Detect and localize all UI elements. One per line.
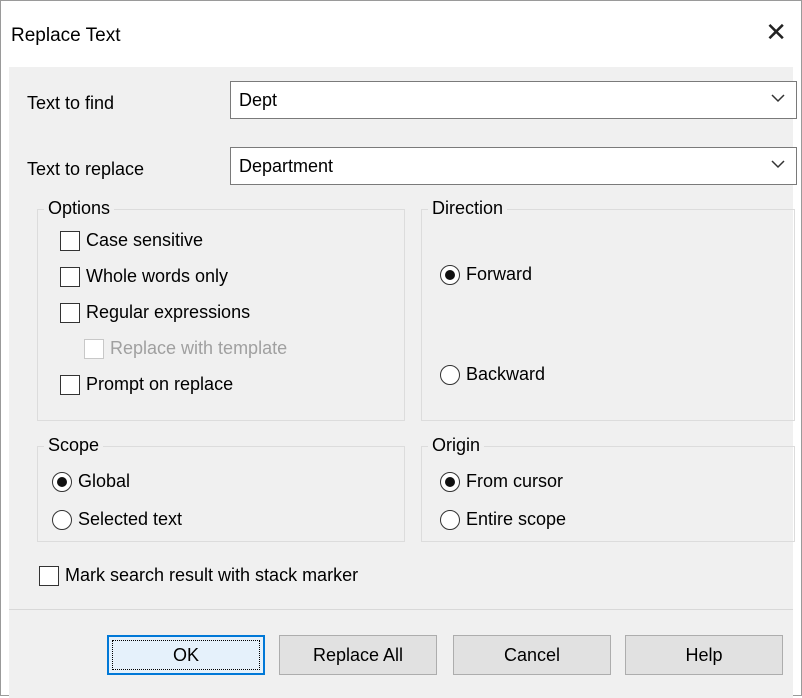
whole-words-checkbox[interactable]: Whole words only: [60, 266, 228, 287]
scope-group: Scope Global Selected text: [37, 435, 405, 542]
checkbox-box[interactable]: [60, 374, 80, 395]
mark-stack-marker-checkbox[interactable]: Mark search result with stack marker: [39, 565, 358, 586]
radio-icon[interactable]: [52, 509, 72, 530]
checkbox-box[interactable]: [60, 302, 80, 323]
case-sensitive-checkbox[interactable]: Case sensitive: [60, 230, 203, 251]
origin-group-title: Origin: [428, 435, 485, 456]
radio-selected-icon[interactable]: [440, 471, 460, 492]
options-group: Options Case sensitive Whole words only …: [37, 198, 405, 421]
title-bar: Replace Text ✕: [1, 1, 801, 67]
regular-expressions-label: Regular expressions: [86, 302, 251, 322]
checkbox-box[interactable]: [39, 565, 59, 586]
mark-stack-marker-label: Mark search result with stack marker: [65, 565, 359, 585]
help-button[interactable]: Help: [625, 635, 783, 675]
checkbox-box[interactable]: [60, 266, 80, 287]
forward-label: Forward: [466, 264, 533, 284]
radio-icon[interactable]: [440, 364, 460, 385]
backward-label: Backward: [466, 364, 546, 384]
replace-with-template-label: Replace with template: [110, 338, 288, 358]
text-to-find-label: Text to find: [27, 93, 115, 113]
replace-text-dialog: Replace Text ✕ Text to find Dept Text to…: [0, 0, 802, 698]
chevron-down-icon[interactable]: [770, 156, 786, 172]
replace-all-label: Replace All: [312, 645, 404, 665]
forward-radio[interactable]: Forward: [440, 264, 532, 285]
prompt-on-replace-label: Prompt on replace: [86, 374, 234, 394]
direction-group-title: Direction: [428, 198, 508, 219]
backward-radio[interactable]: Backward: [440, 364, 545, 385]
selected-text-label: Selected text: [78, 509, 183, 529]
origin-group: Origin From cursor Entire scope: [421, 435, 795, 542]
radio-icon[interactable]: [440, 509, 460, 530]
text-to-replace-value: Department: [239, 156, 334, 176]
close-icon[interactable]: ✕: [765, 19, 787, 45]
selected-text-radio[interactable]: Selected text: [52, 509, 182, 530]
cancel-button[interactable]: Cancel: [453, 635, 611, 675]
cancel-label: Cancel: [503, 645, 561, 665]
radio-selected-icon[interactable]: [440, 264, 460, 285]
button-bar: OK Replace All Cancel Help: [9, 609, 793, 698]
from-cursor-label: From cursor: [466, 471, 564, 491]
checkbox-box[interactable]: [60, 230, 80, 251]
case-sensitive-label: Case sensitive: [86, 230, 204, 250]
options-group-title: Options: [44, 198, 115, 219]
text-to-find-combo[interactable]: Dept: [230, 81, 797, 119]
replace-with-template-checkbox: Replace with template: [84, 338, 287, 359]
text-to-replace-combo[interactable]: Department: [230, 147, 797, 185]
entire-scope-radio[interactable]: Entire scope: [440, 509, 566, 530]
scope-group-title: Scope: [44, 435, 104, 456]
entire-scope-label: Entire scope: [466, 509, 567, 529]
dialog-title: Replace Text: [11, 25, 121, 46]
from-cursor-radio[interactable]: From cursor: [440, 471, 563, 492]
help-label: Help: [685, 645, 723, 665]
ok-button[interactable]: OK: [107, 635, 265, 675]
text-to-find-value: Dept: [239, 90, 278, 110]
prompt-on-replace-checkbox[interactable]: Prompt on replace: [60, 374, 233, 395]
direction-group: Direction Forward Backward: [421, 198, 795, 421]
regular-expressions-checkbox[interactable]: Regular expressions: [60, 302, 250, 323]
checkbox-box: [84, 338, 104, 359]
ok-button-label: OK: [172, 645, 199, 665]
radio-selected-icon[interactable]: [52, 471, 72, 492]
global-radio[interactable]: Global: [52, 471, 130, 492]
replace-all-button[interactable]: Replace All: [279, 635, 437, 675]
dialog-body: Text to find Dept Text to replace Depart…: [9, 67, 797, 609]
chevron-down-icon[interactable]: [770, 90, 786, 106]
text-to-replace-label: Text to replace: [27, 159, 145, 179]
global-label: Global: [78, 471, 131, 491]
whole-words-label: Whole words only: [86, 266, 229, 286]
